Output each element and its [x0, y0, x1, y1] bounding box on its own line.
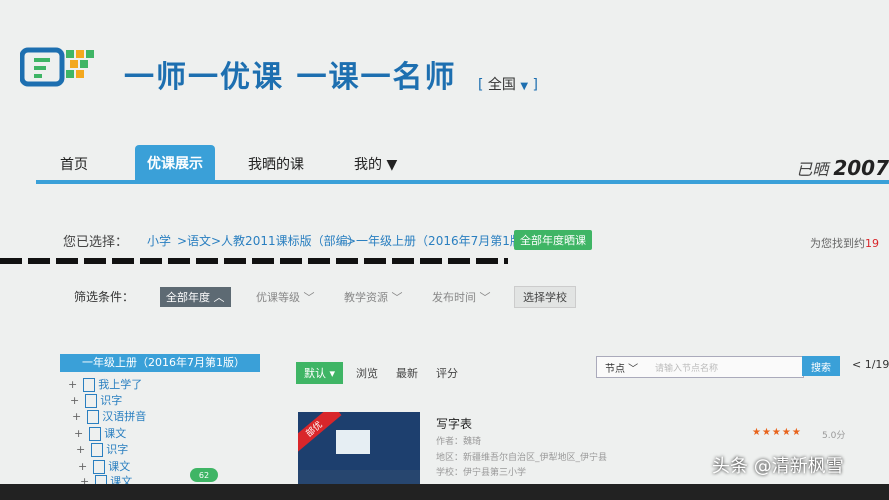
tree-item-label: 课文 [104, 427, 127, 440]
course-author: 作者：魏琦 [436, 437, 482, 447]
sort-browse[interactable]: 浏览 [356, 365, 378, 381]
tree-item-label: 我上学了 [98, 378, 143, 391]
chevron-down-icon: ▼ [520, 81, 529, 92]
filter-course-level[interactable]: 优课等级 ﹀ [256, 289, 315, 305]
nav-showcase[interactable]: 优课展示 [135, 145, 215, 181]
tree-item[interactable]: + 课文 [74, 425, 126, 441]
course-title[interactable]: 写字表 [436, 415, 472, 432]
watermark: 头条 @清新枫雪 [712, 456, 844, 477]
tree-item[interactable]: + 我上学了 [68, 376, 142, 392]
found-count: 为您找到约19 [810, 235, 879, 251]
document-icon [89, 427, 102, 441]
found-number: 19 [865, 237, 879, 250]
expand-icon[interactable]: + [74, 427, 83, 440]
pager[interactable]: < 1/19 [852, 358, 889, 371]
search-placeholder: 请输入节点名称 [655, 364, 719, 374]
floating-badge[interactable]: 62 [190, 468, 218, 482]
course-school: 学校：伊宁县第三小学 [436, 468, 527, 478]
filter-label: 筛选条件： [74, 290, 135, 304]
document-icon [85, 394, 98, 408]
dashed-line-overlay [0, 258, 508, 264]
node-select[interactable]: 节点 ﹀ [605, 360, 638, 375]
region-label: 全国 [487, 77, 516, 93]
nav-mine[interactable]: 我的 ▼ [354, 154, 397, 174]
expand-icon[interactable]: + [68, 378, 77, 391]
expand-icon[interactable]: + [72, 410, 81, 423]
tree-item-label: 识字 [106, 443, 129, 456]
search-button[interactable]: 搜索 [802, 356, 840, 376]
document-icon [87, 410, 100, 424]
shared-label: 已晒 [796, 160, 829, 179]
expand-icon[interactable]: + [70, 394, 79, 407]
document-icon [93, 460, 106, 474]
shared-number: 2007 [833, 156, 889, 180]
course-region: 地区：新疆维吾尔自治区_伊犁地区_伊宁县 [436, 453, 608, 463]
document-icon [83, 378, 96, 392]
classroom-screen [336, 430, 370, 454]
nav-my-shared[interactable]: 我晒的课 [248, 154, 304, 174]
crumb-grade[interactable]: >一年级上册（2016年7月第1版） [346, 232, 534, 249]
course-thumbnail[interactable]: 部优 [298, 412, 420, 492]
sort-rating[interactable]: 评分 [436, 365, 458, 381]
found-text: 为您找到约 [810, 237, 865, 250]
course-badge: 部优 [298, 412, 342, 454]
region-bracket-open: [ [478, 77, 484, 93]
tree-item-label: 汉语拼音 [102, 410, 147, 423]
site-title: 一师一优课 一课一名师 [124, 60, 457, 95]
all-years-tag[interactable]: 全部年度晒课 [514, 230, 592, 250]
filter-all-years[interactable]: 全部年度 ︿ [160, 287, 231, 307]
nav-home[interactable]: 首页 [60, 154, 88, 174]
tree-item[interactable]: + 课文 [78, 458, 130, 474]
crumb-edition[interactable]: >人教2011课标版（部编） [211, 232, 360, 249]
shared-count: 已晒 2007 [796, 156, 889, 180]
expand-icon[interactable]: + [76, 443, 85, 456]
tree-root[interactable]: 一年级上册（2016年7月第1版） [60, 354, 260, 372]
region-selector[interactable]: [ 全国 ▼ ] [478, 74, 538, 94]
crumb-subject[interactable]: >语文 [177, 232, 211, 249]
node-search-input[interactable]: 节点 ﹀ 请输入节点名称 [596, 356, 804, 378]
sort-default-button[interactable]: 默认 ▾ [296, 362, 344, 384]
filter-resources[interactable]: 教学资源 ﹀ [344, 289, 403, 305]
filter-publish-time[interactable]: 发布时间 ﹀ [432, 289, 491, 305]
selection-label: 您已选择： [63, 235, 129, 250]
tree-item[interactable]: + 识字 [70, 392, 122, 408]
tree-item-label: 识字 [100, 394, 123, 407]
expand-icon[interactable]: + [78, 460, 87, 473]
region-bracket-close: ] [532, 77, 538, 93]
site-logo-icon [20, 47, 94, 87]
sort-latest[interactable]: 最新 [396, 365, 418, 381]
choose-school-button[interactable]: 选择学校 [514, 286, 576, 308]
rating-stars-icon: ★★★★★ [752, 427, 802, 438]
crumb-primary[interactable]: 小学 [147, 232, 171, 249]
nav-underline [36, 180, 889, 184]
tree-item[interactable]: + 汉语拼音 [72, 408, 146, 424]
tree-item[interactable]: + 识字 [76, 441, 128, 457]
course-score: 5.0分 [822, 431, 846, 441]
monitor-bezel [0, 484, 889, 500]
tree-item-label: 课文 [108, 460, 131, 473]
document-icon [91, 443, 104, 457]
